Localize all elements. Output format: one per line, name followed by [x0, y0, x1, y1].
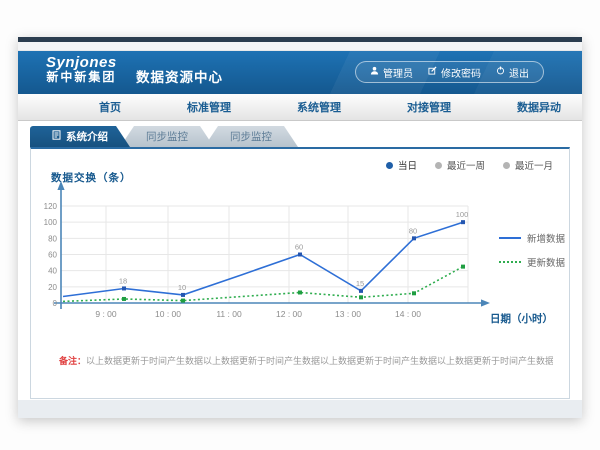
radio-dot-icon: [386, 162, 393, 169]
radio-dot-icon: [435, 162, 442, 169]
radio-当日[interactable]: 当日: [386, 158, 417, 172]
nav-item-系统管理[interactable]: 系统管理: [264, 99, 374, 115]
svg-text:120: 120: [44, 202, 58, 211]
footnote-text: 以上数据更新于时间产生数据以上数据更新于时间产生数据以上数据更新于时间产生数据以…: [86, 356, 553, 366]
app-header: Synjones 新中新集团 数据资源中心 管理员修改密码退出: [18, 51, 582, 94]
tab-系统介绍[interactable]: 系统介绍: [30, 126, 130, 147]
svg-text:15: 15: [356, 279, 364, 288]
radio-最近一月[interactable]: 最近一月: [503, 158, 553, 172]
tab-同步监控[interactable]: 同步监控: [204, 126, 298, 147]
footnote: 备注：以上数据更新于时间产生数据以上数据更新于时间产生数据以上数据更新于时间产生…: [59, 354, 553, 367]
chart-panel: 当日最近一周最近一月 数据交换（条） 0204060801001209 : 00…: [30, 147, 570, 399]
svg-text:18: 18: [119, 276, 127, 285]
footer-strip: [18, 400, 582, 418]
svg-text:80: 80: [409, 226, 417, 235]
legend-swatch-icon: [499, 237, 521, 239]
nav-item-标准管理[interactable]: 标准管理: [154, 99, 264, 115]
user-bar-item-退出[interactable]: 退出: [496, 65, 529, 80]
svg-text:10 : 00: 10 : 00: [155, 309, 181, 319]
page: Synjones 新中新集团 数据资源中心 管理员修改密码退出 首页标准管理系统…: [0, 0, 600, 450]
footnote-prefix: 备注：: [59, 356, 86, 366]
svg-text:80: 80: [48, 234, 57, 243]
tab-同步监控[interactable]: 同步监控: [120, 126, 214, 147]
svg-text:100: 100: [456, 210, 469, 219]
svg-text:40: 40: [48, 267, 57, 276]
legend-swatch-icon: [499, 261, 521, 263]
main-nav: 首页标准管理系统管理对接管理数据异动: [18, 94, 582, 121]
svg-text:12 : 00: 12 : 00: [276, 309, 302, 319]
x-axis-title: 日期（小时）: [490, 311, 553, 326]
user-bar-item-管理员[interactable]: 管理员: [370, 65, 413, 80]
window-top-strip: [18, 42, 582, 51]
app-title: 数据资源中心: [136, 66, 223, 86]
svg-text:20: 20: [48, 283, 57, 292]
content-area: 系统介绍同步监控同步监控 当日最近一周最近一月 数据交换（条） 02040608…: [18, 121, 582, 418]
svg-text:60: 60: [48, 251, 57, 260]
legend-item-新增数据[interactable]: 新增数据: [499, 231, 565, 245]
svg-text:10: 10: [178, 283, 186, 292]
brand-logo-en: Synjones: [46, 55, 117, 71]
brand-logo: Synjones 新中新集团: [46, 55, 117, 83]
edit-icon: [428, 66, 437, 78]
svg-text:9 : 00: 9 : 00: [95, 309, 117, 319]
legend-item-更新数据[interactable]: 更新数据: [499, 255, 565, 269]
nav-item-首页[interactable]: 首页: [66, 99, 154, 115]
power-icon: [496, 66, 505, 78]
nav-item-数据异动[interactable]: 数据异动: [484, 99, 594, 115]
svg-text:14 : 00: 14 : 00: [395, 309, 421, 319]
svg-text:13 : 00: 13 : 00: [335, 309, 361, 319]
user-bar: 管理员修改密码退出: [355, 61, 544, 83]
document-icon: [52, 130, 61, 143]
user-bar-item-修改密码[interactable]: 修改密码: [428, 65, 481, 80]
svg-text:100: 100: [44, 218, 58, 227]
svg-text:0: 0: [53, 299, 58, 308]
user-icon: [370, 66, 379, 78]
nav-item-对接管理[interactable]: 对接管理: [374, 99, 484, 115]
line-chart: 0 20 40 60 80 100 120 9 : 00 10 : 00 11 : 00 12 : …: [39, 179, 519, 334]
svg-text:11 : 00: 11 : 00: [216, 309, 242, 319]
time-range-filter: 当日 最近一周 最近一月: [386, 158, 553, 172]
svg-text:60: 60: [295, 243, 303, 252]
radio-dot-icon: [503, 162, 510, 169]
app-window: Synjones 新中新集团 数据资源中心 管理员修改密码退出 首页标准管理系统…: [18, 37, 582, 418]
brand-logo-cn: 新中新集团: [46, 71, 117, 84]
tab-bar: 系统介绍同步监控同步监控: [30, 126, 298, 147]
radio-最近一周[interactable]: 最近一周: [435, 158, 485, 172]
chart-legend: 新增数据更新数据: [499, 231, 565, 269]
